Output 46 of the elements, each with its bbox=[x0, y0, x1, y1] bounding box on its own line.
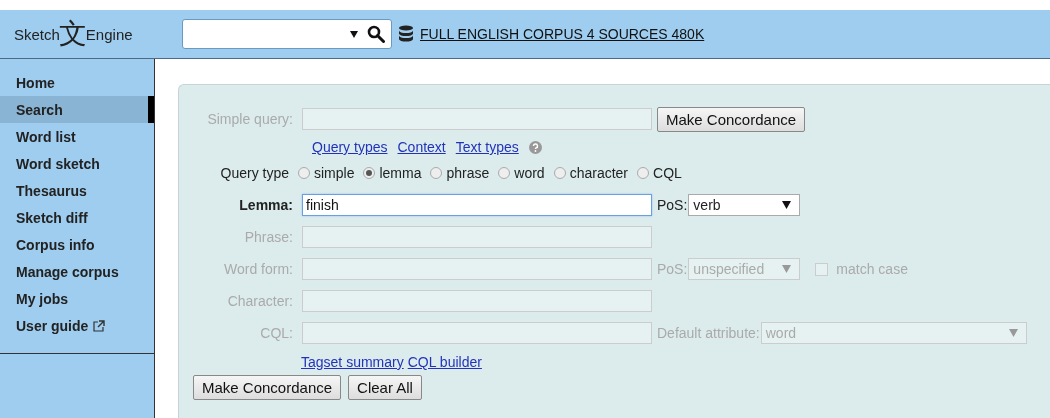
tool-link[interactable]: CQL builder bbox=[407, 354, 482, 370]
caret-icon bbox=[1008, 329, 1018, 337]
tool-link[interactable]: Tagset summary bbox=[301, 354, 404, 370]
field-label: Lemma: bbox=[238, 197, 293, 213]
logo[interactable]: Sketch文Engine bbox=[0, 15, 160, 53]
field-label: Default attribute: bbox=[657, 325, 760, 341]
sidebar-item[interactable]: Word list bbox=[0, 123, 154, 150]
input-field[interactable]: finish bbox=[302, 194, 652, 216]
sidebar-item[interactable]: Search bbox=[0, 96, 154, 123]
field-label: Query type bbox=[219, 165, 289, 181]
sidebar-item[interactable]: Word sketch bbox=[0, 150, 154, 177]
tab-link[interactable]: Query types bbox=[312, 139, 388, 155]
field-label: PoS: bbox=[657, 197, 688, 213]
tab-link[interactable]: Context bbox=[397, 139, 446, 155]
caret-icon bbox=[350, 30, 358, 38]
sidebar-item[interactable]: User guide bbox=[0, 312, 154, 339]
external-link-icon bbox=[93, 319, 106, 332]
form-button[interactable]: Clear All bbox=[348, 375, 422, 400]
field-label: CQL: bbox=[259, 325, 293, 341]
sidebar-item[interactable]: My jobs bbox=[0, 285, 154, 312]
corpus-link[interactable]: FULL ENGLISH CORPUS 4 SOURCES 480K bbox=[420, 26, 705, 42]
field-label: Simple query: bbox=[206, 111, 293, 127]
radio-option[interactable]: word bbox=[498, 165, 545, 181]
caret-icon bbox=[782, 201, 792, 209]
radio-option[interactable]: lemma bbox=[363, 165, 422, 181]
radio-option[interactable]: character bbox=[553, 165, 628, 181]
sidebar-item[interactable]: Thesaurus bbox=[0, 177, 154, 204]
corpus-select[interactable] bbox=[182, 19, 392, 49]
tab-link[interactable]: Text types bbox=[455, 139, 519, 155]
radio-option[interactable]: CQL bbox=[637, 165, 682, 181]
field-label: Word form: bbox=[223, 261, 293, 277]
sidebar-item[interactable]: Home bbox=[0, 69, 154, 96]
form-button[interactable]: Make Concordance bbox=[193, 375, 342, 400]
caret-icon bbox=[782, 265, 792, 273]
database-icon bbox=[398, 25, 414, 43]
field-label: Character: bbox=[226, 293, 293, 309]
dropdown[interactable]: verb bbox=[688, 194, 801, 216]
search-icon[interactable] bbox=[367, 25, 385, 43]
radio-option[interactable]: phrase bbox=[430, 165, 490, 181]
help-icon[interactable] bbox=[528, 140, 542, 154]
field-label: Phrase: bbox=[243, 229, 293, 245]
sidebar-item[interactable]: Sketch diff bbox=[0, 204, 154, 231]
field-label: PoS: bbox=[657, 261, 688, 277]
sidebar-item[interactable]: Manage corpus bbox=[0, 258, 154, 285]
radio-option[interactable]: simple bbox=[298, 165, 355, 181]
sidebar-item[interactable]: Corpus info bbox=[0, 231, 154, 258]
